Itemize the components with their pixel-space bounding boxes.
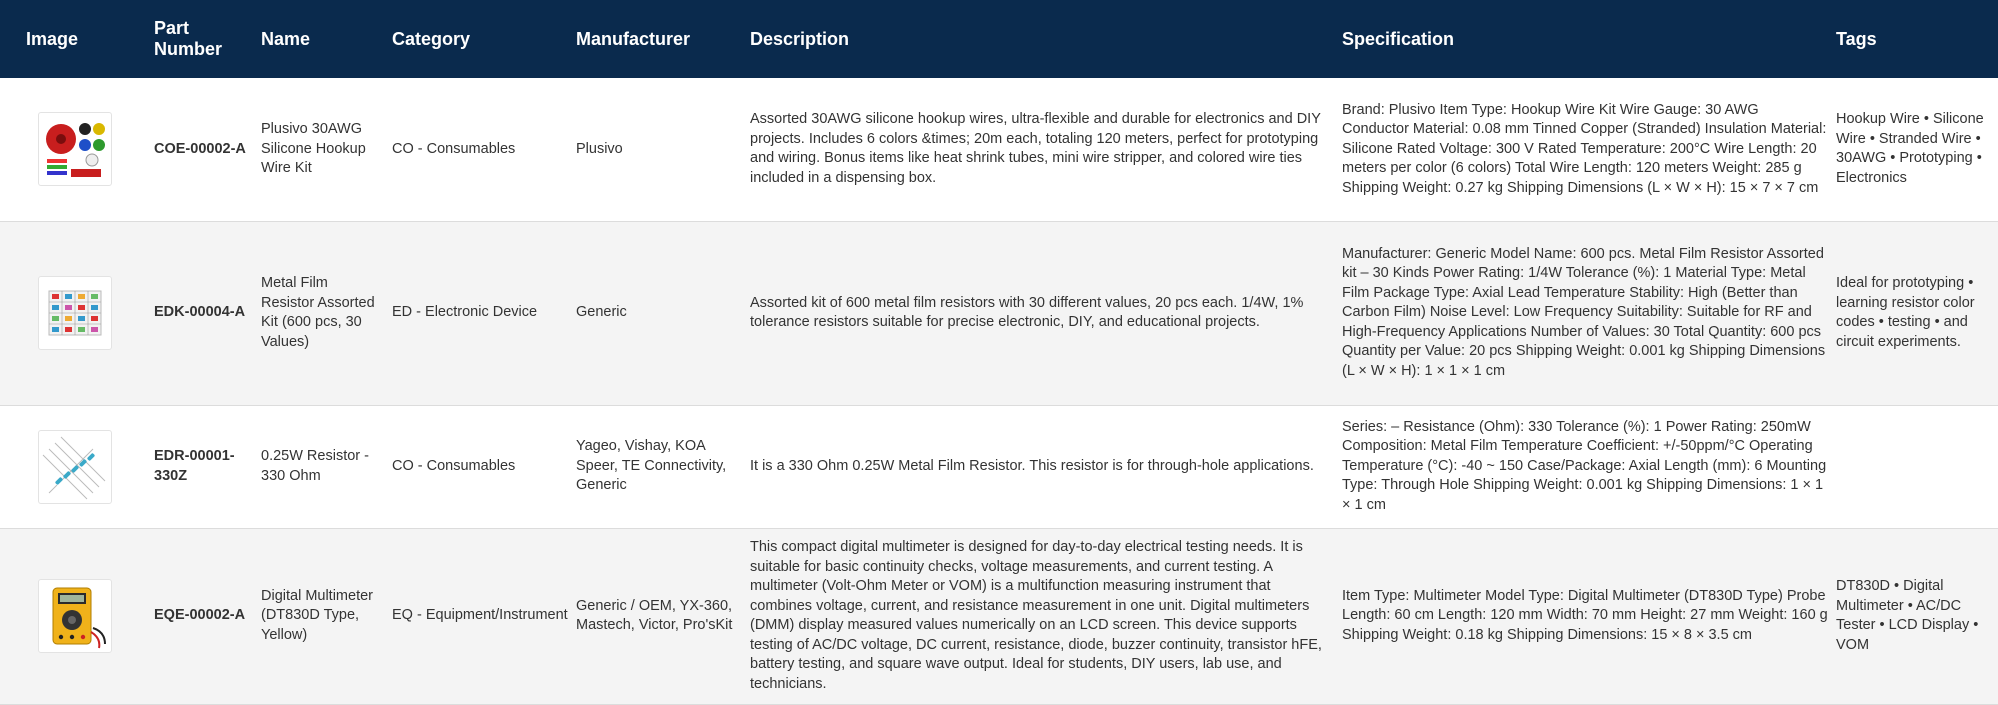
header-part-number: Part Number	[154, 18, 223, 59]
specification: Brand: Plusivo Item Type: Hookup Wire Ki…	[1342, 101, 1827, 196]
header-category: Category	[392, 28, 471, 49]
header-tags: Tags	[1836, 28, 1877, 49]
resistor-kit-box-icon	[38, 276, 112, 350]
part-name: 0.25W Resistor - 330 Ohm	[261, 448, 369, 484]
resistors-icon	[38, 429, 112, 504]
category: ED - Electronic Device	[392, 304, 538, 321]
table-row: EDK-00004-A Metal Film Resistor Assorted…	[0, 221, 1998, 405]
image-cell	[0, 528, 150, 704]
header-name: Name	[261, 28, 311, 49]
category: CO - Consumables	[392, 457, 516, 474]
image-cell	[0, 221, 150, 405]
part-name: Plusivo 30AWG Silicone Hookup Wire Kit	[261, 121, 366, 176]
wire-kit-icon	[38, 112, 112, 187]
manufacturer: Plusivo	[576, 140, 623, 157]
image-cell	[0, 78, 150, 221]
header-image: Image	[26, 28, 79, 49]
table-row: EQE-00002-A Digital Multimeter (DT830D T…	[0, 528, 1998, 704]
image-cell	[0, 405, 150, 528]
header-manufacturer: Manufacturer	[576, 28, 691, 49]
tags: Ideal for prototyping • learning resisto…	[1836, 275, 1975, 350]
part-number: EQE-00002-A	[154, 607, 246, 624]
part-number: EDR-00001-330Z	[154, 448, 235, 484]
specification: Series: – Resistance (Ohm): 330 Toleranc…	[1342, 418, 1827, 513]
part-name: Metal Film Resistor Assorted Kit (600 pc…	[261, 275, 375, 350]
description: It is a 330 Ohm 0.25W Metal Film Resisto…	[750, 457, 1314, 474]
description: Assorted 30AWG silicone hookup wires, ul…	[750, 111, 1321, 186]
tags: Hookup Wire • Silicone Wire • Stranded W…	[1836, 111, 1984, 186]
header-specification: Specification	[1342, 28, 1455, 49]
description: Assorted kit of 600 metal film resistors…	[750, 294, 1304, 331]
multimeter-icon	[38, 579, 112, 653]
specification: Item Type: Multimeter Model Type: Digita…	[1342, 587, 1828, 643]
category: EQ - Equipment/Instrument	[392, 607, 568, 624]
table-row: COE-00002-A Plusivo 30AWG Silicone Hooku…	[0, 78, 1998, 221]
specification: Manufacturer: Generic Model Name: 600 pc…	[1342, 245, 1826, 379]
description: This compact digital multimeter is desig…	[750, 539, 1322, 692]
table-header-row: Image Part Number Name Category Manufact…	[0, 0, 1998, 78]
manufacturer: Yageo, Vishay, KOA Speer, TE Connectivit…	[576, 438, 727, 494]
tags: DT830D • Digital Multimeter • AC/DC Test…	[1836, 578, 1979, 653]
tags	[1832, 405, 1998, 528]
category: CO - Consumables	[392, 140, 516, 157]
table-row: EDR-00001-330Z 0.25W Resistor - 330 Ohm …	[0, 405, 1998, 528]
header-description: Description	[750, 28, 850, 49]
part-number: EDK-00004-A	[154, 304, 246, 321]
part-name: Digital Multimeter (DT830D Type, Yellow)	[261, 587, 373, 643]
manufacturer: Generic / OEM, YX-360, Mastech, Victor, …	[576, 597, 733, 634]
part-number: COE-00002-A	[154, 140, 246, 157]
manufacturer: Generic	[576, 304, 627, 321]
parts-table: Image Part Number Name Category Manufact…	[0, 0, 1998, 705]
